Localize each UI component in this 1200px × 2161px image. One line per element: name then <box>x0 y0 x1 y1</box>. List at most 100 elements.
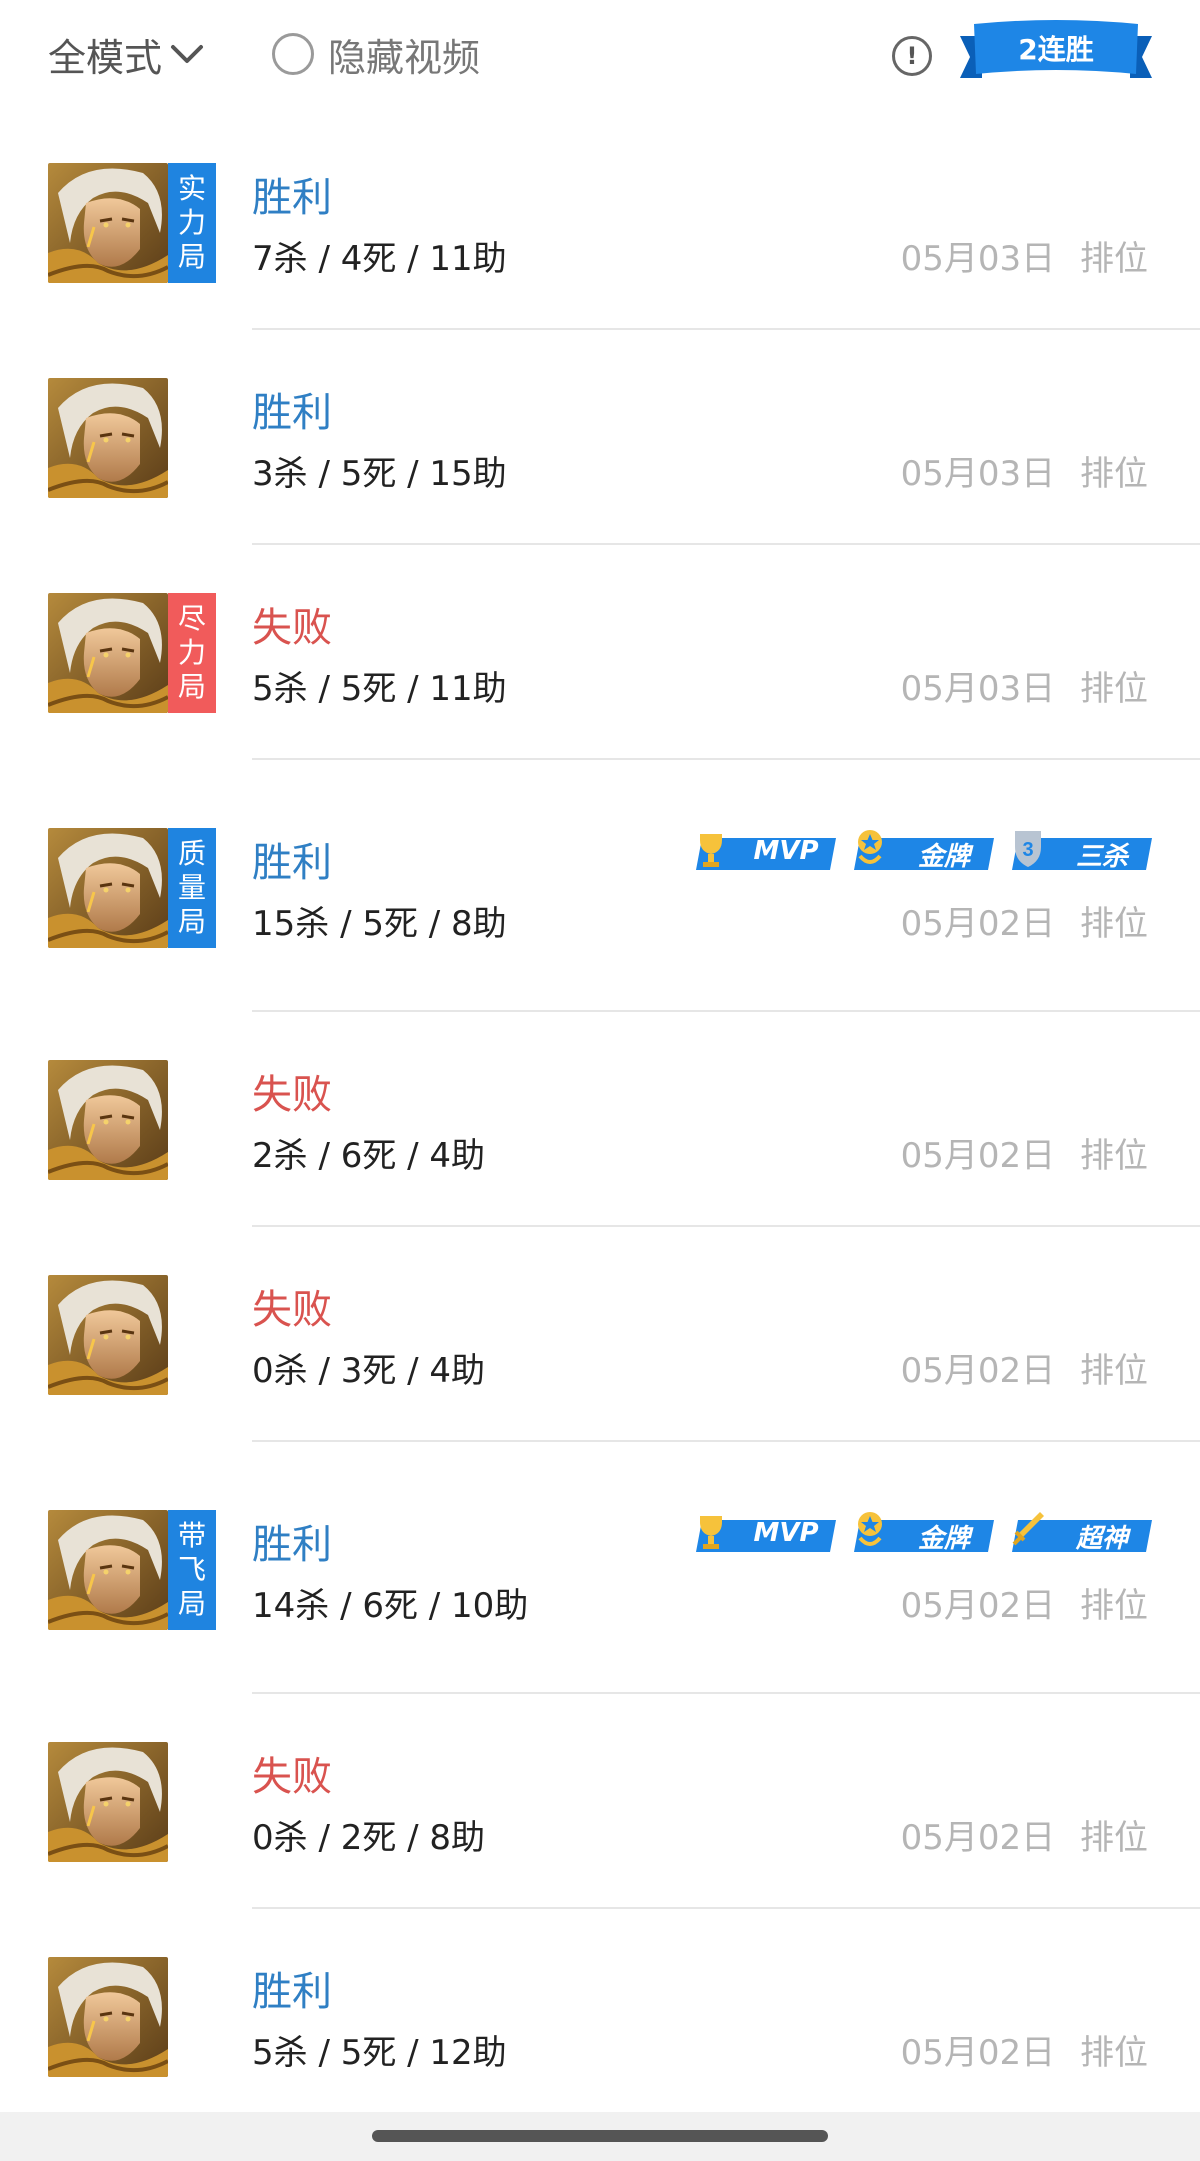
win-streak-label: 2连胜 <box>1018 33 1094 66</box>
game-rating-tag-char: 力 <box>177 636 206 669</box>
match-date-mode: 05月03日 排位 <box>901 231 1148 280</box>
kda-stats: 0杀 / 2死 / 8助 <box>252 1818 486 1858</box>
hero-portrait[interactable] <box>48 1957 168 2077</box>
match-row[interactable]: 胜利 5杀 / 5死 / 12助 05月02日 排位 <box>0 1909 1200 2124</box>
game-rating-tag-char: 实 <box>177 172 206 205</box>
top-bar: 全模式 隐藏视频 ! 2连胜 <box>0 0 1200 115</box>
match-row[interactable]: 质量局 胜利 15杀 / 5死 / 8助 05月02日 排位 MVP 金牌 3 三杀 <box>0 760 1200 1012</box>
match-date-mode: 05月03日 排位 <box>901 661 1148 710</box>
match-mode: 排位 <box>1080 239 1148 279</box>
match-result: 胜利 <box>252 390 332 436</box>
match-row[interactable]: 失败 2杀 / 6死 / 4助 05月02日 排位 <box>0 1012 1200 1227</box>
match-result: 失败 <box>252 1072 332 1118</box>
mode-filter-dropdown[interactable]: 全模式 <box>48 26 204 82</box>
match-date: 05月03日 <box>900 454 1056 494</box>
match-result: 失败 <box>252 1754 332 1800</box>
match-date: 05月02日 <box>900 1586 1056 1626</box>
hero-portrait[interactable] <box>48 1742 168 1862</box>
game-rating-tag-char: 量 <box>177 871 206 904</box>
radio-circle-icon[interactable] <box>272 33 314 75</box>
game-rating-tag-char: 尽 <box>177 602 206 635</box>
match-date: 05月03日 <box>900 239 1056 279</box>
match-row[interactable]: 带飞局胜利 14杀 / 6死 / 10助 05月02日 排位 MVP 金牌 超神 <box>0 1442 1200 1694</box>
kda-stats: 15杀 / 5死 / 8助 <box>252 904 507 944</box>
match-row[interactable]: 胜利 3杀 / 5死 / 15助 05月03日 排位 <box>0 330 1200 545</box>
game-rating-tag: 带飞局 <box>168 1510 216 1630</box>
match-result: 胜利 <box>252 1522 332 1568</box>
match-date-mode: 05月02日 排位 <box>901 896 1148 945</box>
game-rating-tag-char: 力 <box>177 206 206 239</box>
achievement-badge-label: MVP <box>753 836 819 866</box>
kda-stats: 3杀 / 5死 / 15助 <box>252 454 507 494</box>
match-mode: 排位 <box>1080 1586 1148 1626</box>
match-date-mode: 05月02日 排位 <box>901 1578 1148 1627</box>
win-streak-banner: 2连胜 <box>960 16 1152 98</box>
match-mode: 排位 <box>1080 1818 1148 1858</box>
match-date-mode: 05月02日 排位 <box>901 1343 1148 1392</box>
achievement-badge-label: MVP <box>753 1518 819 1548</box>
game-rating-tag-char: 局 <box>177 240 206 273</box>
achievement-badges: MVP 金牌 3 三杀 <box>692 824 1152 874</box>
match-history-list: 实力局胜利 7杀 / 4死 / 11助 05月03日 排位 胜利 3杀 / 5死 / … <box>0 115 1200 2124</box>
kda-stats: 14杀 / 6死 / 10助 <box>252 1586 529 1626</box>
kda-stats: 5杀 / 5死 / 12助 <box>252 2033 507 2073</box>
achievement-badges: MVP 金牌 超神 <box>692 1506 1152 1556</box>
game-rating-tag-char: 质 <box>177 837 206 870</box>
info-icon[interactable]: ! <box>892 36 932 76</box>
hero-portrait[interactable] <box>48 828 168 948</box>
match-mode: 排位 <box>1080 1351 1148 1391</box>
svg-text:3: 3 <box>1022 839 1033 861</box>
achievement-badge: 金牌 <box>850 824 994 874</box>
home-indicator[interactable] <box>372 2130 828 2142</box>
kda-stats: 5杀 / 5死 / 11助 <box>252 669 507 709</box>
mode-filter-label: 全模式 <box>48 35 163 80</box>
hero-portrait[interactable] <box>48 378 168 498</box>
match-result: 失败 <box>252 1287 332 1333</box>
game-rating-tag: 实力局 <box>168 163 216 283</box>
match-row[interactable]: 尽力局失败 5杀 / 5死 / 11助 05月03日 排位 <box>0 545 1200 760</box>
match-row[interactable]: 失败 0杀 / 3死 / 4助 05月02日 排位 <box>0 1227 1200 1442</box>
match-date-mode: 05月03日 排位 <box>901 446 1148 495</box>
achievement-badge-label: 金牌 <box>917 842 970 872</box>
achievement-badge: 超神 <box>1008 1506 1152 1556</box>
kda-stats: 2杀 / 6死 / 4助 <box>252 1136 486 1176</box>
chevron-down-icon <box>171 45 204 63</box>
match-result: 胜利 <box>252 1969 332 2015</box>
match-row[interactable]: 实力局胜利 7杀 / 4死 / 11助 05月03日 排位 <box>0 115 1200 330</box>
match-date-mode: 05月02日 排位 <box>901 1128 1148 1177</box>
match-result: 胜利 <box>252 175 332 221</box>
achievement-badge: 3 三杀 <box>1008 824 1152 874</box>
achievement-badge: MVP <box>692 824 836 874</box>
hero-portrait[interactable] <box>48 1060 168 1180</box>
match-date-mode: 05月02日 排位 <box>901 1810 1148 1859</box>
game-rating-tag-char: 局 <box>177 905 206 938</box>
achievement-badge-label: 超神 <box>1075 1524 1128 1554</box>
kda-stats: 0杀 / 3死 / 4助 <box>252 1351 486 1391</box>
hero-portrait[interactable] <box>48 163 168 283</box>
match-result: 失败 <box>252 605 332 651</box>
game-rating-tag: 尽力局 <box>168 593 216 713</box>
game-rating-tag-char: 带 <box>177 1519 206 1552</box>
achievement-badge: 金牌 <box>850 1506 994 1556</box>
hide-video-toggle[interactable]: 隐藏视频 <box>272 26 480 82</box>
match-row[interactable]: 失败 0杀 / 2死 / 8助 05月02日 排位 <box>0 1694 1200 1909</box>
info-symbol: ! <box>906 42 918 70</box>
match-date-mode: 05月02日 排位 <box>901 2025 1148 2074</box>
game-rating-tag-char: 飞 <box>177 1553 206 1586</box>
match-date: 05月02日 <box>900 904 1056 944</box>
hero-portrait[interactable] <box>48 1275 168 1395</box>
achievement-badge: MVP <box>692 1506 836 1556</box>
match-date: 05月02日 <box>900 1818 1056 1858</box>
match-date: 05月02日 <box>900 1351 1056 1391</box>
kda-stats: 7杀 / 4死 / 11助 <box>252 239 507 279</box>
achievement-badge-label: 三杀 <box>1075 842 1128 872</box>
match-result: 胜利 <box>252 840 332 886</box>
hide-video-label: 隐藏视频 <box>328 35 481 80</box>
hero-portrait[interactable] <box>48 1510 168 1630</box>
hero-portrait[interactable] <box>48 593 168 713</box>
match-mode: 排位 <box>1080 1136 1148 1176</box>
achievement-badge-label: 金牌 <box>917 1524 970 1554</box>
game-rating-tag-char: 局 <box>177 1587 206 1620</box>
match-date: 05月02日 <box>900 1136 1056 1176</box>
match-date: 05月02日 <box>900 2033 1056 2073</box>
